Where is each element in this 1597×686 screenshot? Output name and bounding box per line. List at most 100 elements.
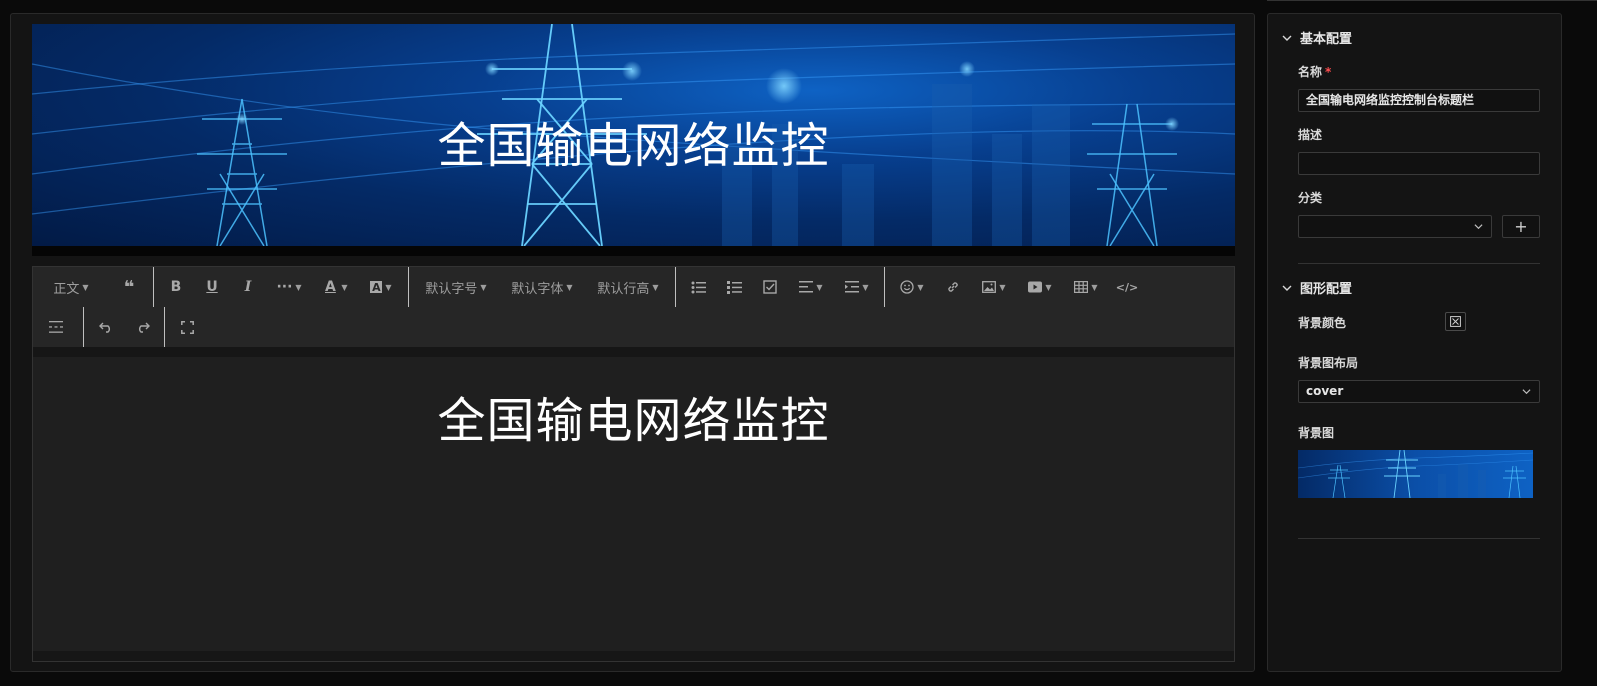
divider-button[interactable] xyxy=(33,307,79,347)
graphic-config-title: 图形配置 xyxy=(1300,282,1353,297)
power-tower-thumbnail-image xyxy=(1298,450,1533,498)
numbered-list-icon xyxy=(726,280,742,294)
insert-table-dropdown[interactable]: ▼ xyxy=(1063,267,1109,307)
chevron-down-icon xyxy=(1282,285,1292,291)
link-icon xyxy=(948,282,958,292)
config-panel: 基本配置 名称 * 全国输电网络监控控制台标题栏 描述 分类 + 图形配置 背景颜… xyxy=(1267,13,1562,672)
bold-icon: B xyxy=(170,279,182,295)
name-label: 名称 * xyxy=(1298,63,1331,80)
toolbar-separator xyxy=(153,267,154,307)
banner-title: 全国输电网络监控 xyxy=(437,118,830,174)
no-color-icon xyxy=(1450,316,1461,327)
table-icon xyxy=(1074,281,1089,293)
caret-down-icon: ▼ xyxy=(816,282,823,292)
section-divider xyxy=(1298,538,1540,539)
toolbar-row-2 xyxy=(33,307,205,347)
chevron-down-icon xyxy=(1522,389,1531,395)
background-color-dropdown[interactable]: A ▼ xyxy=(358,267,404,307)
checkbox-icon xyxy=(763,280,777,294)
italic-icon: I xyxy=(244,279,252,295)
rich-text-editor: 正文 ▼ ❝ B U I ··· ▼ A ▼ A ▼ 默认字号 ▼ 默认字体 ▼… xyxy=(32,266,1235,662)
undo-button[interactable] xyxy=(88,307,124,347)
quote-icon: ❝ xyxy=(123,276,135,298)
plus-icon: + xyxy=(1514,217,1528,236)
code-view-button[interactable]: </> xyxy=(1109,267,1145,307)
font-size-label: 默认字号 xyxy=(425,281,478,297)
fullscreen-icon xyxy=(180,320,194,334)
caret-down-icon: ▼ xyxy=(82,282,89,292)
caret-down-icon: ▼ xyxy=(862,282,869,292)
paragraph-format-dropdown[interactable]: 正文 ▼ xyxy=(33,267,109,307)
category-label: 分类 xyxy=(1298,191,1323,205)
bg-layout-select[interactable]: cover xyxy=(1298,380,1540,403)
todo-list-button[interactable] xyxy=(752,267,788,307)
chevron-down-icon xyxy=(1474,224,1483,230)
caret-down-icon: ▼ xyxy=(341,282,348,292)
toolbar-separator xyxy=(675,267,676,307)
redo-button[interactable] xyxy=(124,307,160,347)
chevron-down-icon xyxy=(1282,35,1292,41)
section-divider xyxy=(1298,263,1540,264)
line-height-label: 默认行高 xyxy=(597,281,650,297)
caret-down-icon: ▼ xyxy=(1045,282,1052,292)
editor-content-title: 全国输电网络监控 xyxy=(437,393,830,449)
description-label: 描述 xyxy=(1298,128,1323,142)
toolbar-separator xyxy=(408,267,409,307)
line-height-dropdown[interactable]: 默认行高 ▼ xyxy=(585,267,671,307)
font-family-dropdown[interactable]: 默认字体 ▼ xyxy=(499,267,585,307)
banner-preview: 全国输电网络监控 xyxy=(32,24,1235,246)
top-divider xyxy=(1267,0,1597,1)
preview-panel: 全国输电网络监控 正文 ▼ ❝ B U I ··· ▼ A ▼ A ▼ 默认字号… xyxy=(10,13,1255,672)
numbered-list-button[interactable] xyxy=(716,267,752,307)
paragraph-format-label: 正文 xyxy=(53,281,80,297)
name-input[interactable]: 全国输电网络监控控制台标题栏 xyxy=(1298,89,1540,112)
more-styles-dropdown[interactable]: ··· ▼ xyxy=(266,267,312,307)
add-category-button[interactable]: + xyxy=(1502,215,1540,238)
bg-layout-value: cover xyxy=(1306,384,1344,398)
caret-down-icon: ▼ xyxy=(917,282,924,292)
bulleted-list-button[interactable] xyxy=(680,267,716,307)
bg-image-label: 背景图 xyxy=(1298,426,1335,440)
background-color-icon: A xyxy=(370,280,383,294)
description-input[interactable] xyxy=(1298,152,1540,175)
graphic-config-header[interactable]: 图形配置 xyxy=(1282,278,1352,297)
toolbar-separator xyxy=(884,267,885,307)
undo-icon xyxy=(98,322,110,333)
align-dropdown[interactable]: ▼ xyxy=(788,267,834,307)
name-label-text: 名称 xyxy=(1298,65,1323,79)
category-select[interactable] xyxy=(1298,215,1492,238)
insert-link-button[interactable] xyxy=(935,267,971,307)
align-left-icon xyxy=(799,281,814,293)
more-icon: ··· xyxy=(276,279,293,295)
blockquote-button[interactable]: ❝ xyxy=(109,267,149,307)
insert-image-dropdown[interactable]: ▼ xyxy=(971,267,1017,307)
emoji-dropdown[interactable]: ▼ xyxy=(889,267,935,307)
basic-config-header[interactable]: 基本配置 xyxy=(1282,28,1352,47)
caret-down-icon: ▼ xyxy=(480,282,487,292)
bold-button[interactable]: B xyxy=(158,267,194,307)
image-icon xyxy=(982,281,997,293)
editor-content-area[interactable]: 全国输电网络监控 xyxy=(33,357,1234,651)
bg-color-picker[interactable] xyxy=(1445,312,1466,331)
italic-button[interactable]: I xyxy=(230,267,266,307)
bg-layout-label: 背景图布局 xyxy=(1298,356,1359,370)
video-icon xyxy=(1028,281,1043,293)
fullscreen-button[interactable] xyxy=(169,307,205,347)
caret-down-icon: ▼ xyxy=(295,282,302,292)
indent-icon xyxy=(845,281,860,293)
underline-button[interactable]: U xyxy=(194,267,230,307)
font-color-dropdown[interactable]: A ▼ xyxy=(312,267,358,307)
toolbar-row-1: 正文 ▼ ❝ B U I ··· ▼ A ▼ A ▼ 默认字号 ▼ 默认字体 ▼… xyxy=(33,267,1145,307)
toolbar-separator xyxy=(164,307,165,347)
emoji-icon xyxy=(900,280,915,294)
basic-config-title: 基本配置 xyxy=(1300,32,1353,47)
indent-dropdown[interactable]: ▼ xyxy=(834,267,880,307)
caret-down-icon: ▼ xyxy=(566,282,573,292)
caret-down-icon: ▼ xyxy=(385,282,392,292)
toolbar-separator xyxy=(83,307,84,347)
bg-image-thumbnail[interactable] xyxy=(1298,450,1533,498)
required-mark: * xyxy=(1325,65,1332,79)
horizontal-rule-icon xyxy=(49,321,63,333)
font-size-dropdown[interactable]: 默认字号 ▼ xyxy=(413,267,499,307)
insert-video-dropdown[interactable]: ▼ xyxy=(1017,267,1063,307)
